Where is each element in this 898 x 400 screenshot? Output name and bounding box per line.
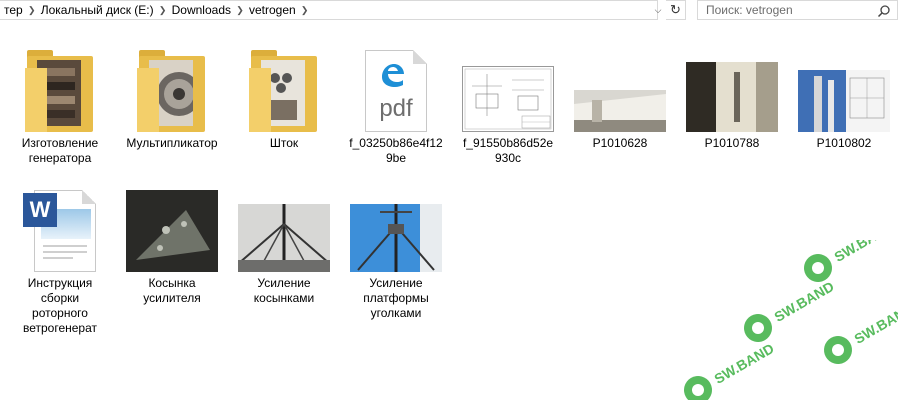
breadcrumb: тер ❯ Локальный диск (E:) ❯ Downloads ❯ … xyxy=(0,0,658,20)
file-item-image[interactable]: Усиление платформы уголками xyxy=(342,176,450,321)
folder-thumbnail xyxy=(6,36,114,132)
photo-image xyxy=(238,204,330,272)
file-name: Усиление платформы уголками xyxy=(363,276,429,320)
photo-image xyxy=(126,190,218,272)
file-name: f_03250b86e4f129be xyxy=(349,136,443,165)
folder-icon xyxy=(249,50,319,132)
file-item-drawing[interactable]: f_91550b86d52e930c xyxy=(454,36,562,166)
file-item-image[interactable]: P1010788 xyxy=(678,36,786,151)
chevron-right-icon[interactable]: ❯ xyxy=(235,1,245,19)
image-thumbnail xyxy=(230,176,338,272)
folder-icon xyxy=(25,50,95,132)
image-thumbnail xyxy=(678,36,786,132)
svg-text:SW.BAND: SW.BAND xyxy=(711,340,776,387)
word-thumbnail: W xyxy=(6,176,114,272)
file-name: P1010628 xyxy=(592,136,648,150)
pdf-thumbnail: pdf xyxy=(342,36,450,132)
technical-drawing-image xyxy=(462,66,554,132)
file-name: Усиление косынками xyxy=(253,276,315,305)
edge-browser-icon xyxy=(382,64,404,87)
file-name: f_91550b86d52e930c xyxy=(462,136,554,165)
photo-image xyxy=(574,90,666,132)
folder-thumbnail xyxy=(118,36,226,132)
word-icon: W xyxy=(23,193,57,227)
folder-thumbnail xyxy=(230,36,338,132)
breadcrumb-item-drive[interactable]: Локальный диск (E:) xyxy=(37,1,158,19)
folder-icon xyxy=(137,50,207,132)
word-document-icon: W xyxy=(23,190,96,272)
photo-image xyxy=(350,204,442,272)
image-thumbnail xyxy=(790,36,898,132)
chevron-right-icon[interactable]: ❯ xyxy=(27,1,37,19)
svg-text:SW.BAND: SW.BAND xyxy=(771,278,836,325)
drawing-thumbnail xyxy=(454,36,562,132)
file-item-image[interactable]: P1010628 xyxy=(566,36,674,151)
chevron-right-icon[interactable]: ❯ xyxy=(300,1,310,19)
breadcrumb-item-computer[interactable]: тер xyxy=(0,1,27,19)
svg-text:SW.BAND: SW.BAND xyxy=(851,300,898,347)
chevron-right-icon[interactable]: ❯ xyxy=(158,1,168,19)
refresh-button[interactable]: ↻ xyxy=(666,0,686,20)
file-name: P1010788 xyxy=(704,136,760,150)
swband-watermark: SW.BAND SW.BAND SW.BAND SW.BAND xyxy=(684,240,898,400)
file-item-folder[interactable]: Шток xyxy=(230,36,338,151)
file-item-word[interactable]: W Инструкция сборки роторного ветрогенер… xyxy=(6,176,114,336)
file-name: Шток xyxy=(269,136,299,150)
svg-text:SW.BAND: SW.BAND xyxy=(831,240,896,265)
photo-image xyxy=(798,70,890,132)
file-item-pdf[interactable]: pdf f_03250b86e4f129be xyxy=(342,36,450,166)
file-name: Изготовление генератора xyxy=(21,136,99,165)
pdf-label: pdf xyxy=(379,95,413,122)
image-thumbnail xyxy=(118,176,226,272)
file-item-image[interactable]: Косынка усилителя xyxy=(118,176,226,306)
search-input[interactable] xyxy=(706,3,876,17)
file-name: Мультипликатор xyxy=(126,136,218,150)
file-name: Косынка усилителя xyxy=(143,276,201,305)
image-thumbnail xyxy=(342,176,450,272)
file-item-folder[interactable]: Мультипликатор xyxy=(118,36,226,151)
address-bar-row: тер ❯ Локальный диск (E:) ❯ Downloads ❯ … xyxy=(0,0,898,22)
pdf-document-icon: pdf xyxy=(365,50,427,132)
file-item-image[interactable]: P1010802 xyxy=(790,36,898,151)
image-thumbnail xyxy=(566,36,674,132)
file-name: Инструкция сборки роторного ветрогенерат xyxy=(22,276,98,335)
chevron-down-icon: ⌵ xyxy=(654,4,662,15)
breadcrumb-item-downloads[interactable]: Downloads xyxy=(168,1,235,19)
file-item-image[interactable]: Усиление косынками xyxy=(230,176,338,306)
search-icon[interactable] xyxy=(877,4,891,18)
address-history-dropdown-button[interactable]: ⌵ xyxy=(650,0,666,20)
photo-image xyxy=(686,62,778,132)
file-name: P1010802 xyxy=(816,136,872,150)
breadcrumb-item-vetrogen[interactable]: vetrogen xyxy=(245,1,300,19)
file-item-folder[interactable]: Изготовление генератора xyxy=(6,36,114,166)
refresh-icon: ↻ xyxy=(670,2,681,17)
search-box[interactable] xyxy=(697,0,898,20)
